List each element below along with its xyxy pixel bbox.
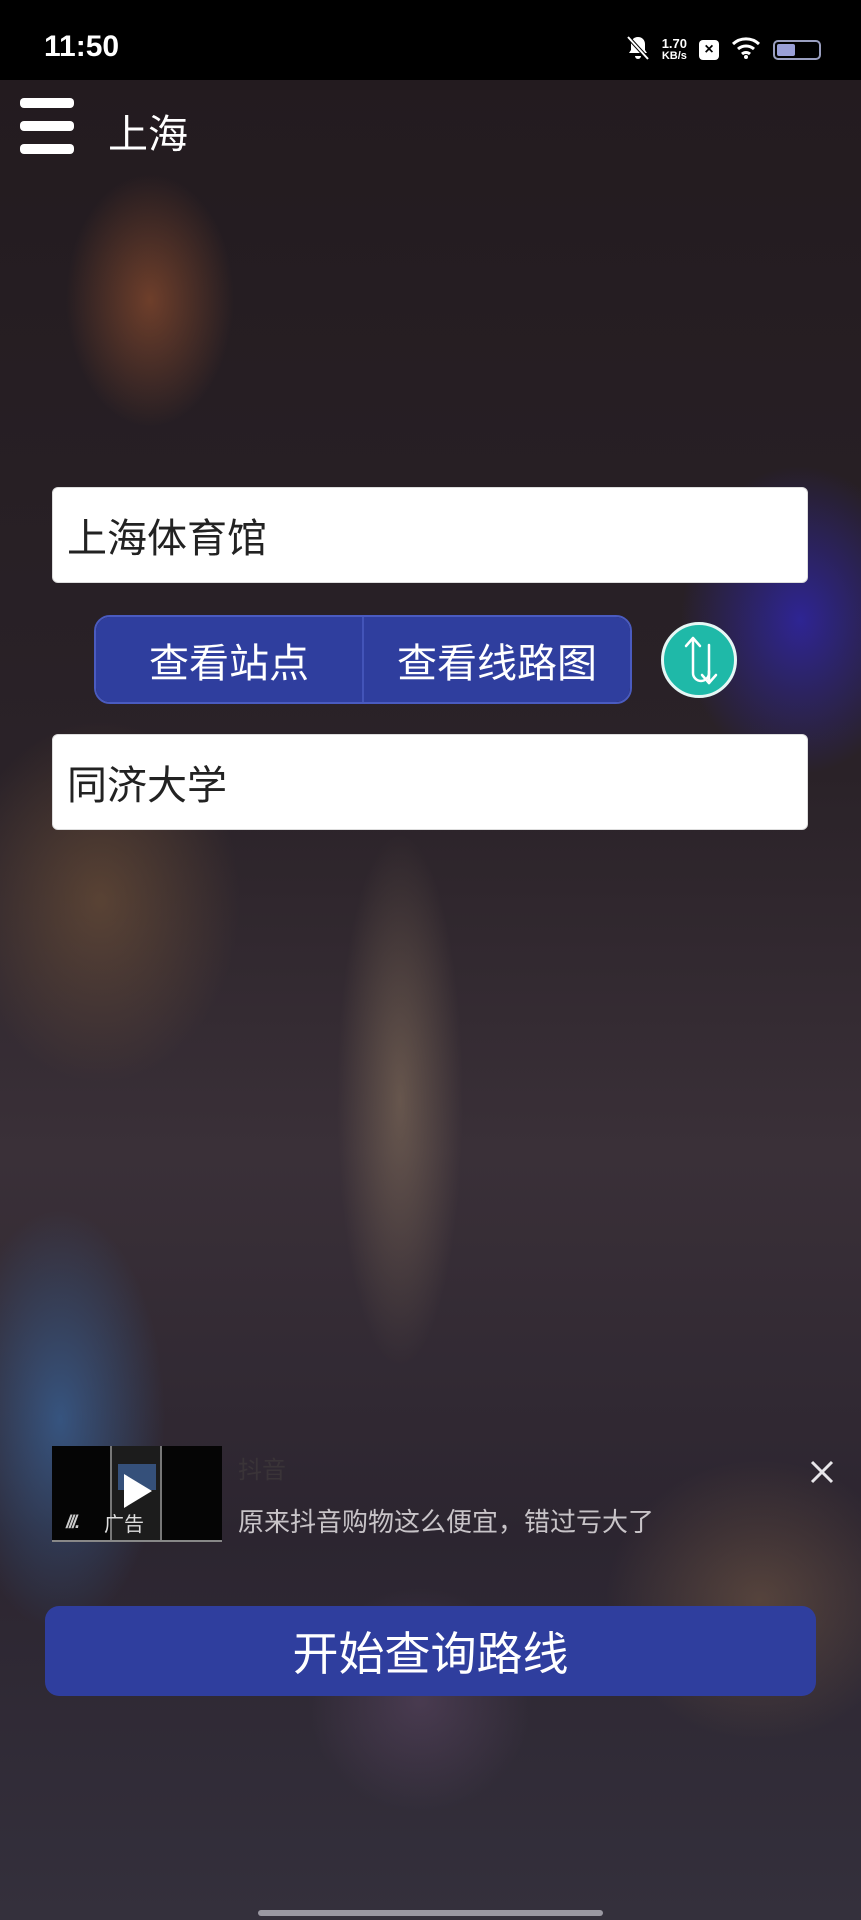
to-station-input[interactable]: 同济大学	[52, 734, 808, 830]
app-screen: 11:50 1.70 KB/s × 上海 上海体育馆 查看站点 查看线路图 同济…	[0, 0, 861, 1920]
ad-logo: ///.	[66, 1512, 80, 1532]
city-title[interactable]: 上海	[108, 102, 188, 160]
swap-stations-button[interactable]	[661, 622, 737, 698]
play-icon[interactable]	[124, 1474, 152, 1508]
wifi-icon	[731, 36, 761, 64]
view-route-map-button[interactable]: 查看线路图	[364, 617, 630, 702]
network-speed-unit: KB/s	[661, 50, 687, 62]
ad-banner[interactable]: ///. 广告 抖音 原来抖音购物这么便宜，错过亏大了	[52, 1446, 842, 1542]
x-app-icon: ×	[699, 40, 719, 60]
ad-title: 抖音	[238, 1456, 286, 1484]
network-speed-value: 1.70	[661, 36, 687, 51]
home-indicator[interactable]	[258, 1910, 603, 1916]
ad-description: 原来抖音购物这么便宜，错过亏大了	[238, 1508, 655, 1538]
status-icons: 1.70 KB/s ×	[626, 34, 821, 66]
status-time: 11:50	[44, 30, 120, 63]
view-stations-button[interactable]: 查看站点	[96, 617, 364, 702]
app-header: 上海	[0, 80, 861, 170]
search-route-button[interactable]: 开始查询路线	[45, 1606, 816, 1696]
close-icon[interactable]	[802, 1452, 842, 1492]
battery-icon	[773, 40, 821, 60]
hamburger-menu-icon[interactable]	[20, 98, 74, 154]
status-bar: 11:50 1.70 KB/s ×	[0, 0, 861, 80]
swap-arrows-icon	[684, 636, 718, 685]
ad-thumbnail[interactable]: ///. 广告	[52, 1446, 222, 1542]
ad-tag: 广告	[104, 1512, 144, 1536]
from-station-input[interactable]: 上海体育馆	[52, 487, 808, 583]
network-speed: 1.70 KB/s	[662, 37, 687, 63]
battery-level	[777, 44, 795, 56]
view-button-group: 查看站点 查看线路图	[94, 615, 632, 704]
bell-muted-icon	[626, 35, 650, 65]
